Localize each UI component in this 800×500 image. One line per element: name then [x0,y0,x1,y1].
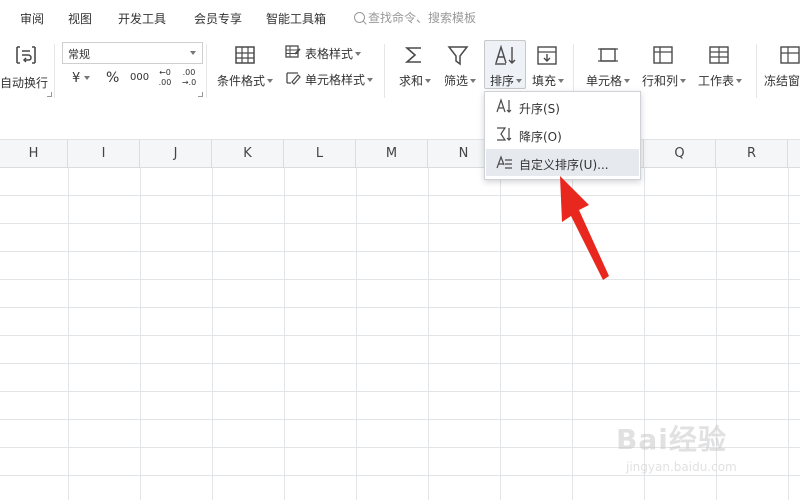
percent-button[interactable]: % [106,70,119,86]
cell-button[interactable]: 单元格 [586,72,631,89]
conditional-format-icon[interactable] [233,44,257,66]
column-header-l[interactable]: L [284,140,356,167]
column-header-j[interactable]: J [140,140,212,167]
tab-member[interactable]: 会员专享 [194,10,242,27]
dialog-launcher-icon[interactable] [47,92,52,97]
decrease-decimal-button[interactable]: .00 →.0 [179,68,199,88]
grid-row-line [0,223,800,224]
menu-item-sort-descending[interactable]: 降序(O) [486,121,639,148]
grid-row-line [0,195,800,196]
separator [573,44,574,98]
number-format-value: 常规 [68,48,90,61]
row-col-icon[interactable] [651,44,675,66]
tab-developer-tools[interactable]: 开发工具 [118,10,166,27]
grid-column-line [68,168,69,500]
thousands-button[interactable]: 000 [130,72,149,83]
grid-column-line [428,168,429,500]
separator [206,44,207,98]
watermark-brand: Bai经验 [616,423,727,456]
cell-icon[interactable] [596,44,620,66]
grid-row-line [0,279,800,280]
separator [384,44,385,98]
filter-button[interactable]: 筛选 [444,72,477,89]
sum-button[interactable]: 求和 [399,72,432,89]
table-style-button[interactable]: 表格样式 [305,45,362,62]
sort-icon[interactable] [492,44,518,66]
separator [756,44,757,98]
filter-icon[interactable] [446,44,470,66]
currency-button[interactable]: ¥ [72,71,91,86]
watermark-url: jingyan.baidu.com [626,460,737,474]
ribbon: 自动换行 常规 ¥ % 000 ←0 .00 .00 →.0 条件格式 表格样式… [0,36,800,105]
grid-column-line [356,168,357,500]
menu-item-sort-ascending[interactable]: 升序(S) [486,93,639,120]
grid-row-line [0,363,800,364]
grid-row-line [0,251,800,252]
sum-icon[interactable] [402,44,426,66]
tab-view[interactable]: 视图 [68,10,92,27]
table-style-icon [285,45,301,58]
column-header-r[interactable]: R [716,140,788,167]
column-header-i[interactable]: I [68,140,140,167]
fill-button[interactable]: 填充 [532,72,565,89]
number-format-select[interactable]: 常规 [62,42,203,64]
cell-style-icon [286,72,301,85]
dialog-launcher-icon[interactable] [198,92,203,97]
tab-review[interactable]: 审阅 [20,10,44,27]
grid-column-line [284,168,285,500]
search-placeholder: 查找命令、搜索模板 [368,11,477,25]
grid-column-line [140,168,141,500]
column-header-h[interactable]: H [0,140,68,167]
chevron-down-icon [190,51,196,55]
watermark: Bai经验 jingyan.baidu.com [612,418,772,488]
row-col-button[interactable]: 行和列 [642,72,687,89]
freeze-pane-icon[interactable] [778,44,800,66]
column-header-q[interactable]: Q [644,140,716,167]
grid-row-line [0,335,800,336]
formula-bar[interactable] [0,104,800,140]
sort-ascending-icon [496,98,512,113]
search-icon [354,12,365,23]
separator [54,44,55,98]
conditional-format-button[interactable]: 条件格式 [217,72,274,89]
wrap-text-icon[interactable] [14,44,38,66]
red-arrow-icon [560,176,609,280]
grid-column-line [500,168,501,500]
worksheet-button[interactable]: 工作表 [698,72,743,89]
grid-row-line [0,391,800,392]
sort-button[interactable]: 排序 [490,72,523,89]
command-search[interactable]: 查找命令、搜索模板 [354,9,476,26]
column-header-m[interactable]: M [356,140,428,167]
wrap-text-button[interactable]: 自动换行 [0,74,48,91]
sort-dropdown-menu: 升序(S) 降序(O) 自定义排序(U)... [484,91,641,180]
increase-decimal-button[interactable]: ←0 .00 [155,68,175,88]
grid-row-line [0,307,800,308]
worksheet-icon[interactable] [707,44,731,66]
column-header-k[interactable]: K [212,140,284,167]
column-header-row: H I J K L M N O P Q R [0,140,800,168]
grid-column-line [212,168,213,500]
cell-style-button[interactable]: 单元格样式 [305,71,374,88]
annotation-arrow [560,176,609,280]
top-menu-bar: 审阅 视图 开发工具 会员专享 智能工具箱 查找命令、搜索模板 [0,0,800,36]
freeze-pane-button[interactable]: 冻结窗 [764,72,800,89]
sort-descending-icon [497,127,512,141]
fill-icon[interactable] [535,44,559,66]
custom-sort-icon [496,155,512,169]
tab-smart-toolbox[interactable]: 智能工具箱 [266,10,326,27]
grid-column-line [788,168,789,500]
